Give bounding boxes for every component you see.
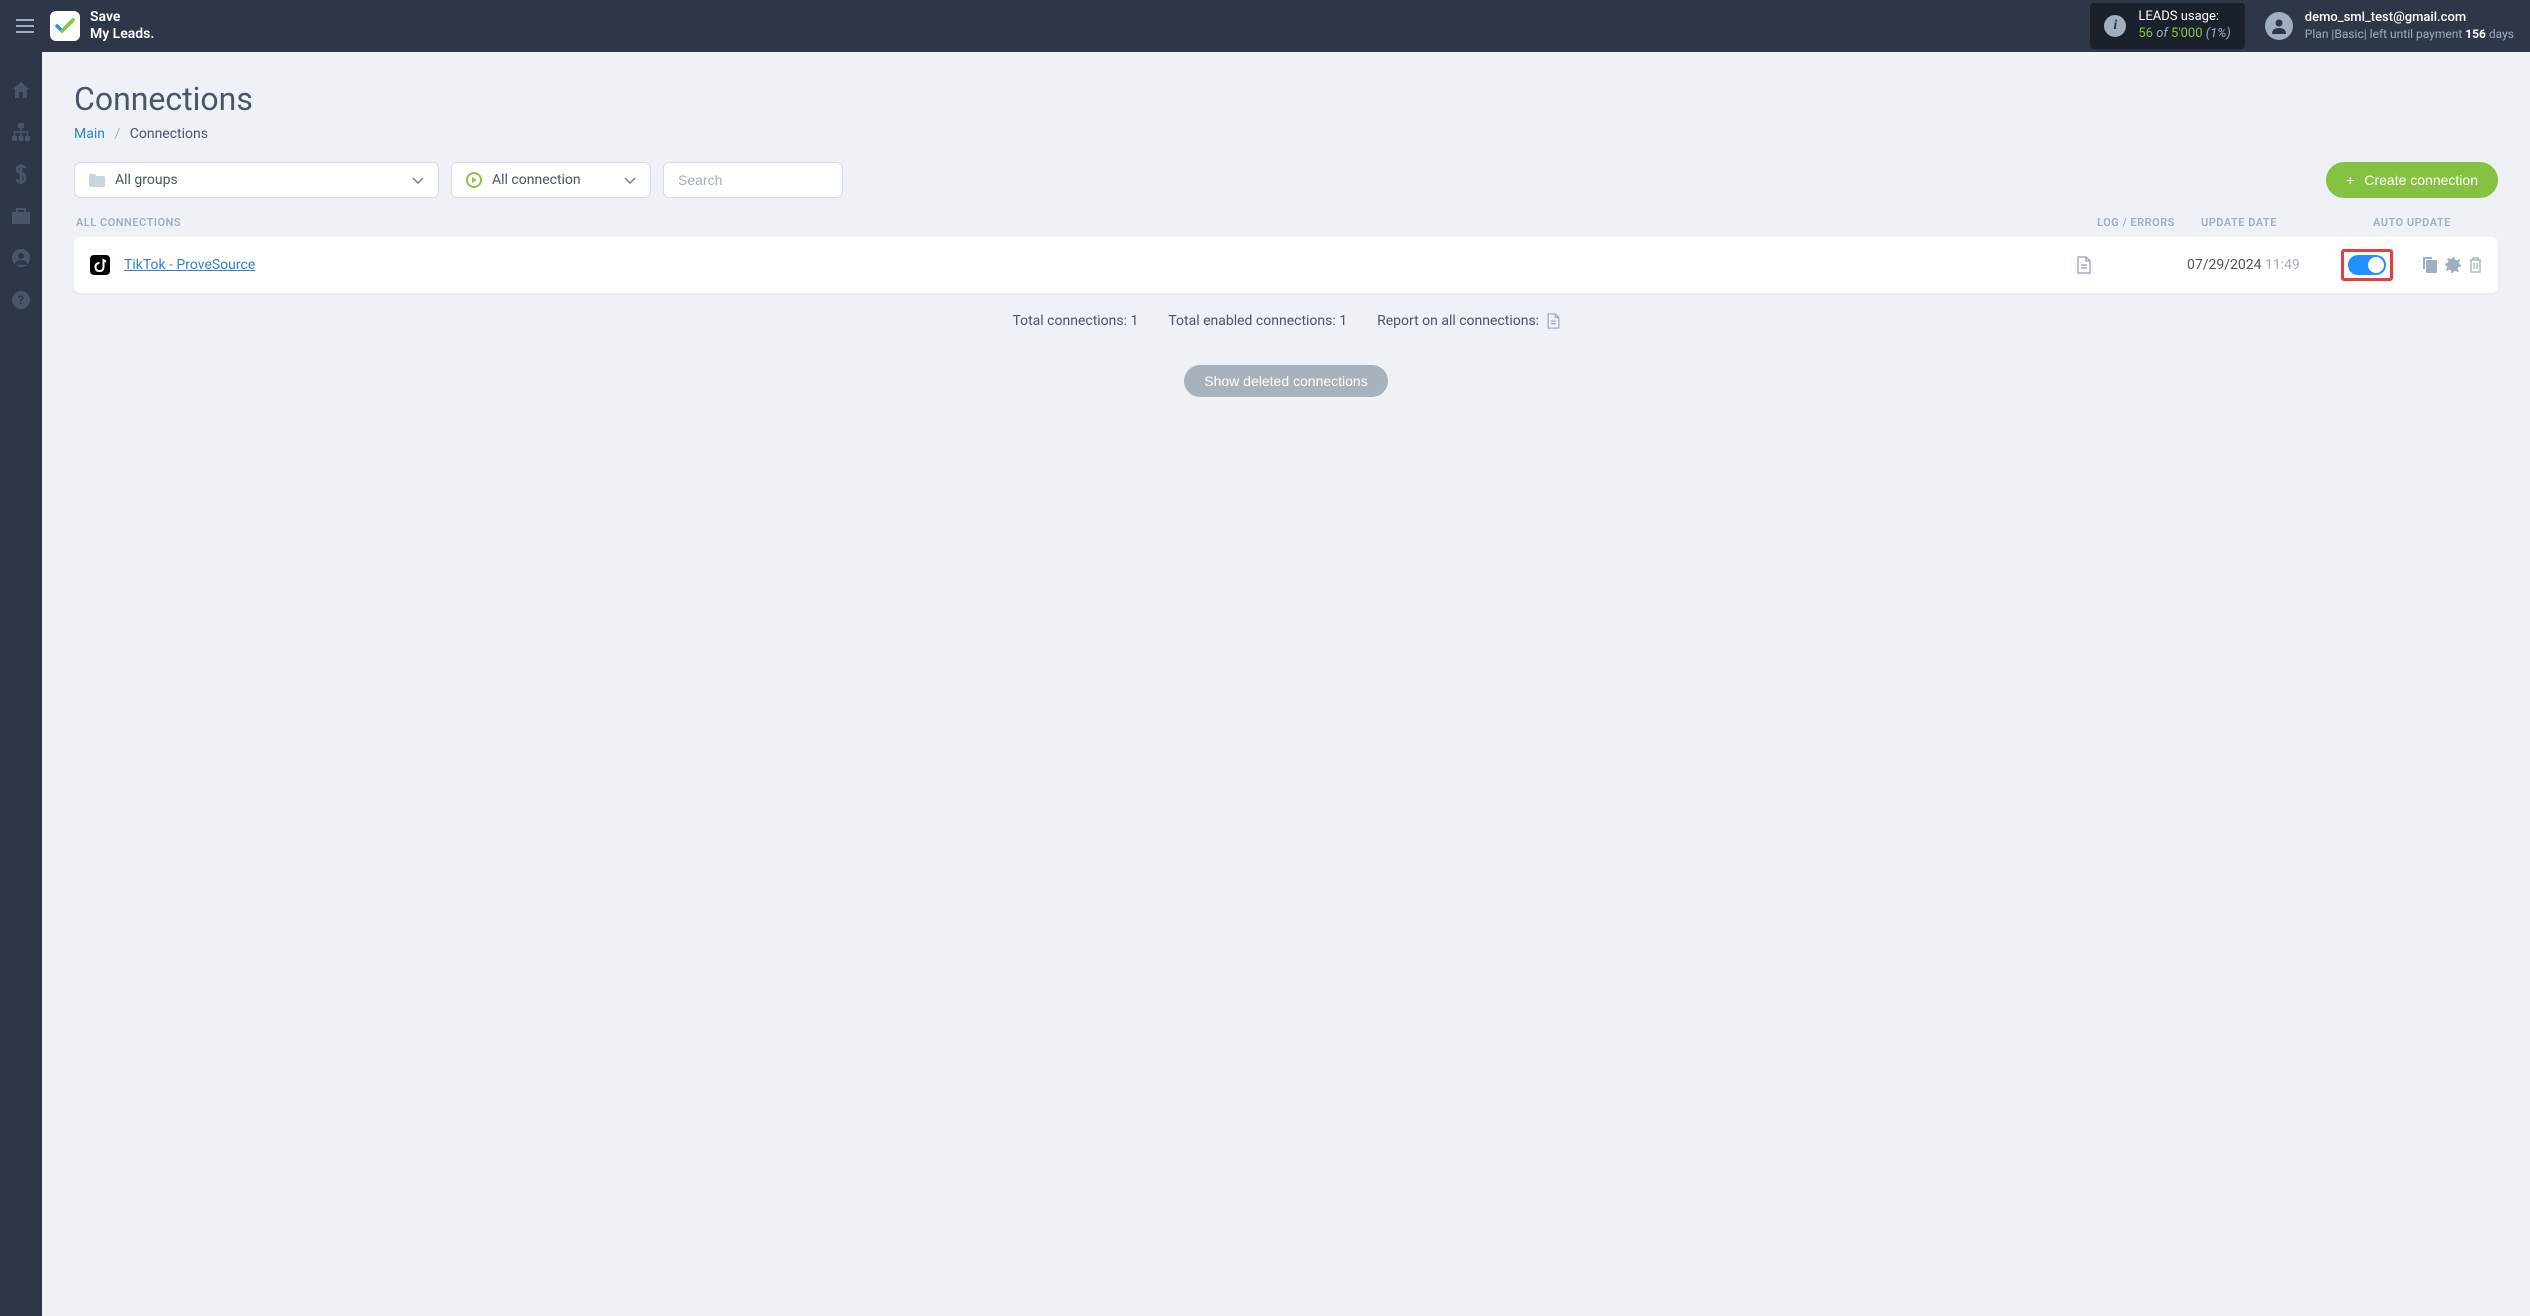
- sidebar-item-home[interactable]: [11, 80, 31, 100]
- filters-row: All groups All connection + Crea: [74, 162, 2498, 198]
- home-icon: [12, 81, 30, 99]
- sidebar-item-integrations[interactable]: [11, 206, 31, 226]
- breadcrumb-current: Connections: [130, 126, 208, 142]
- chevron-down-icon: [412, 177, 424, 184]
- connection-filter-label: All connection: [492, 172, 581, 188]
- report-all: Report on all connections:: [1377, 313, 1559, 329]
- breadcrumb: Main / Connections: [74, 126, 2498, 142]
- breadcrumb-main[interactable]: Main: [74, 126, 105, 142]
- folder-icon: [89, 174, 105, 187]
- leads-usage-value: 56 of 5'000 (1%): [2138, 26, 2230, 43]
- user-icon: [12, 249, 30, 267]
- chevron-down-icon: [624, 177, 636, 184]
- create-connection-button[interactable]: + Create connection: [2326, 162, 2498, 198]
- page-title: Connections: [74, 80, 2498, 118]
- show-deleted-button[interactable]: Show deleted connections: [1184, 365, 1387, 397]
- sidebar-item-connections[interactable]: [11, 122, 31, 142]
- auto-update-toggle[interactable]: [2348, 255, 2386, 275]
- play-icon: [466, 172, 482, 188]
- table-headers: ALL CONNECTIONS LOG / ERRORS UPDATE DATE…: [74, 216, 2498, 229]
- toggle-highlight: [2341, 249, 2393, 281]
- user-avatar-icon: [2265, 12, 2293, 40]
- document-icon: [2077, 256, 2091, 274]
- user-email: demo_sml_test@gmail.com: [2305, 10, 2514, 27]
- leads-usage-label: LEADS usage:: [2138, 9, 2230, 26]
- groups-filter-label: All groups: [115, 172, 178, 188]
- menu-toggle-button[interactable]: [16, 19, 34, 33]
- leads-usage-panel: i LEADS usage: 56 of 5'000 (1%): [2090, 3, 2244, 49]
- settings-button[interactable]: [2445, 257, 2461, 273]
- dollar-icon: [15, 164, 27, 184]
- tiktok-icon: [90, 255, 110, 275]
- report-button[interactable]: [1547, 313, 1560, 329]
- sidebar-item-account[interactable]: [11, 248, 31, 268]
- total-enabled: Total enabled connections: 1: [1168, 313, 1347, 329]
- help-icon: ?: [12, 291, 30, 309]
- connection-row: TikTok - ProveSource 07/29/2024 11:49: [74, 237, 2498, 293]
- connection-filter[interactable]: All connection: [451, 162, 651, 198]
- top-header: Save My Leads. i LEADS usage: 56 of 5'00…: [0, 0, 2530, 52]
- logo[interactable]: Save My Leads.: [50, 9, 154, 43]
- copy-button[interactable]: [2423, 257, 2437, 273]
- total-connections: Total connections: 1: [1012, 313, 1138, 329]
- main-content: Connections Main / Connections All group…: [42, 52, 2530, 425]
- gear-icon: [2445, 257, 2461, 273]
- delete-button[interactable]: [2469, 257, 2482, 273]
- hamburger-icon: [16, 19, 34, 33]
- auto-update-cell: [2317, 249, 2407, 281]
- info-icon: i: [2104, 15, 2126, 37]
- sidebar: ?: [0, 52, 42, 1316]
- logo-text: Save My Leads.: [90, 9, 154, 43]
- user-plan-info: Plan |Basic| left until payment 156 days: [2305, 27, 2514, 43]
- briefcase-icon: [12, 208, 30, 224]
- search-input-wrapper[interactable]: [663, 162, 843, 198]
- plus-icon: +: [2346, 172, 2354, 188]
- col-header-date: UPDATE DATE: [2181, 216, 2331, 229]
- groups-filter[interactable]: All groups: [74, 162, 439, 198]
- search-input[interactable]: [678, 172, 828, 188]
- copy-icon: [2423, 257, 2437, 273]
- sitemap-icon: [12, 123, 30, 141]
- row-actions: [2407, 257, 2482, 273]
- log-button[interactable]: [2077, 256, 2167, 274]
- logo-icon: [50, 11, 80, 41]
- update-date: 07/29/2024 11:49: [2167, 257, 2317, 273]
- sidebar-item-help[interactable]: ?: [11, 290, 31, 310]
- connection-title[interactable]: TikTok - ProveSource: [124, 257, 2077, 273]
- sidebar-item-billing[interactable]: [11, 164, 31, 184]
- trash-icon: [2469, 257, 2482, 273]
- col-header-name: ALL CONNECTIONS: [76, 216, 2091, 229]
- col-header-auto: AUTO UPDATE: [2331, 216, 2496, 229]
- user-menu[interactable]: demo_sml_test@gmail.com Plan |Basic| lef…: [2265, 10, 2514, 42]
- stats-row: Total connections: 1 Total enabled conne…: [74, 313, 2498, 329]
- col-header-log: LOG / ERRORS: [2091, 216, 2181, 229]
- svg-text:?: ?: [18, 293, 24, 307]
- document-icon: [1547, 313, 1560, 329]
